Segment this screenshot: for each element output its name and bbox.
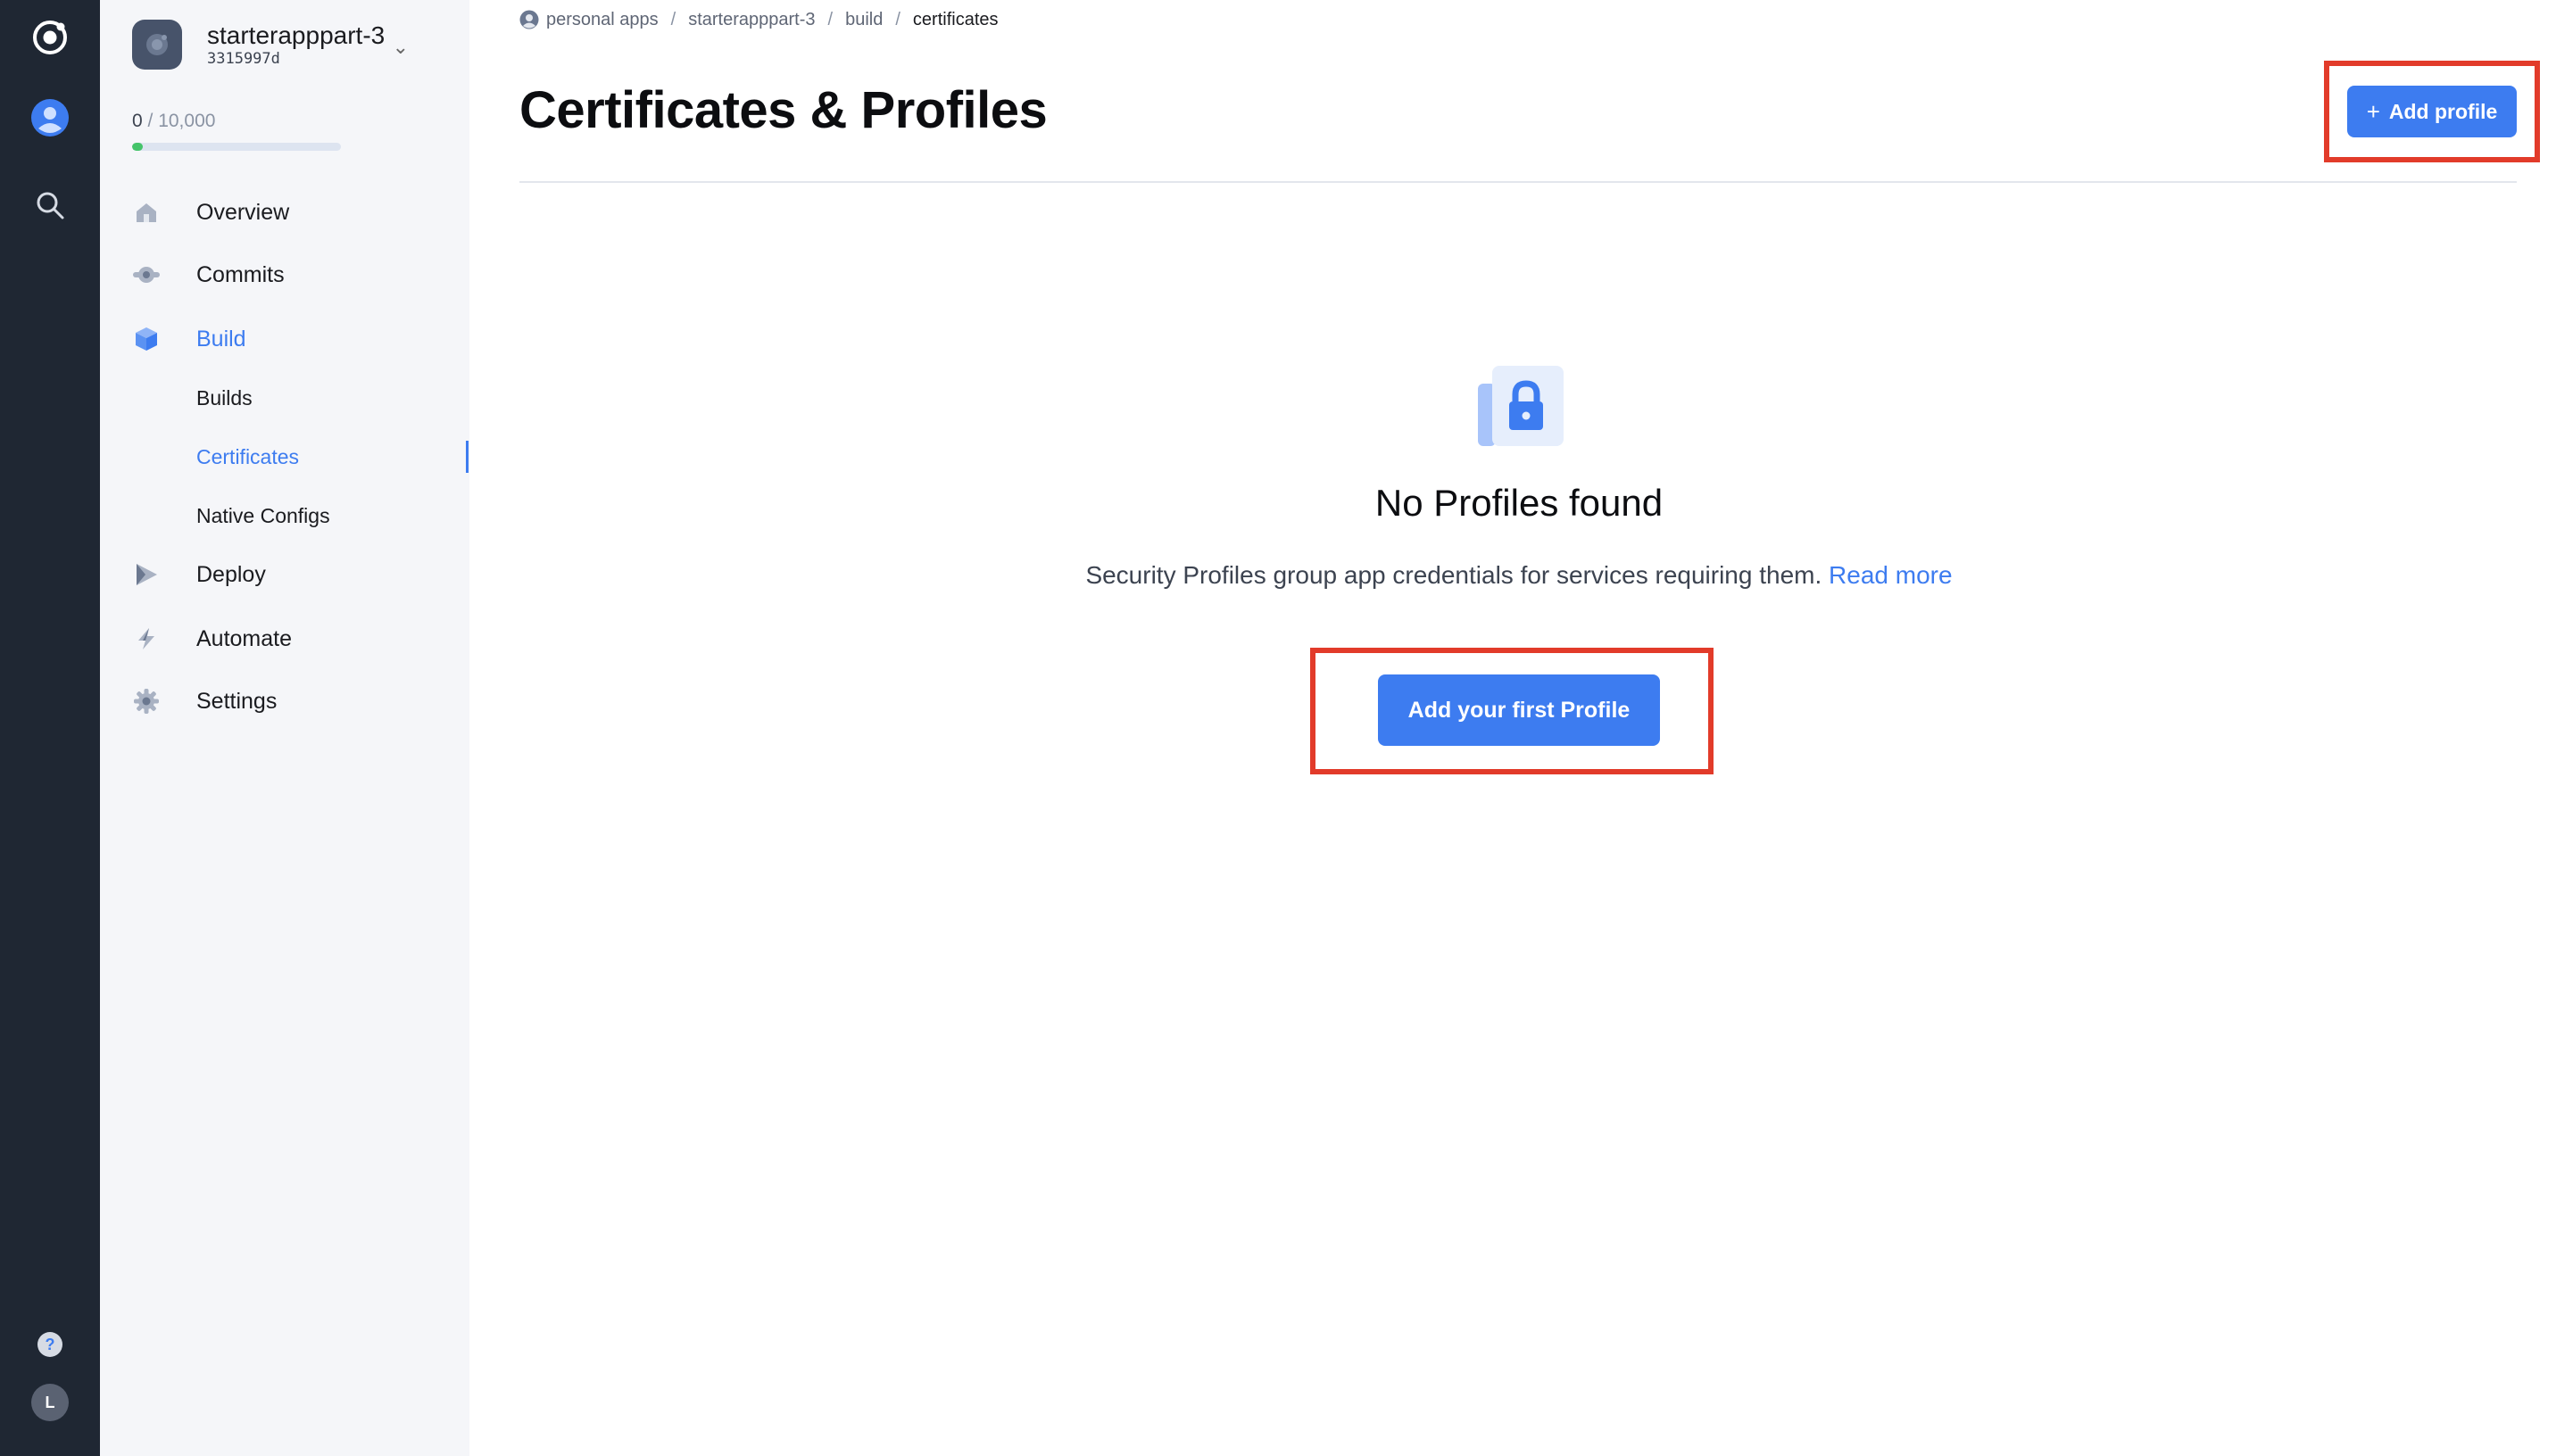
nav-automate-label: Automate — [196, 625, 293, 651]
app-avatar — [132, 20, 182, 70]
breadcrumb-app[interactable]: starterapppart-3 — [688, 10, 815, 30]
user-avatar[interactable]: L — [0, 1383, 100, 1422]
usage-limit: / 10,000 — [147, 111, 216, 131]
nav-builds[interactable]: Builds — [196, 378, 253, 418]
nav-commits-label: Commits — [196, 261, 285, 287]
ionic-logo-icon[interactable] — [0, 16, 100, 59]
page-title: Certificates & Profiles — [519, 81, 1048, 139]
help-glyph: ? — [37, 1332, 62, 1357]
app-id: 3315997d — [207, 50, 280, 68]
usage-progress-bar — [132, 143, 341, 151]
help-icon[interactable]: ? — [0, 1329, 100, 1360]
nav-settings[interactable]: Settings — [132, 678, 277, 724]
breadcrumb-build[interactable]: build — [845, 10, 883, 30]
app-switcher[interactable]: starterapppart-3 3315997d ⌄ — [132, 16, 436, 73]
breadcrumb: personal apps / starterapppart-3 / build… — [519, 7, 999, 32]
empty-state-text: Security Profiles group app credentials … — [1085, 561, 1822, 589]
highlight-box — [2324, 61, 2540, 162]
app-icon — [146, 34, 168, 55]
global-rail: ? L — [0, 0, 100, 1456]
nav-overview[interactable]: Overview — [132, 189, 289, 236]
org-avatar-icon — [519, 10, 539, 29]
search-icon[interactable] — [0, 184, 100, 227]
nav-build-label: Build — [196, 326, 246, 352]
commit-icon — [132, 261, 161, 289]
cube-icon — [132, 325, 161, 353]
personal-account-icon[interactable] — [0, 96, 100, 139]
empty-state-description: Security Profiles group app credentials … — [1062, 555, 1976, 596]
deploy-icon — [132, 560, 161, 589]
header-divider — [519, 181, 2517, 183]
chevron-down-icon: ⌄ — [392, 36, 409, 58]
lock-document-icon — [1473, 364, 1565, 448]
nav-deploy[interactable]: Deploy — [132, 551, 266, 598]
gear-icon — [132, 687, 161, 716]
build-usage: 0 / 10,000 — [132, 111, 215, 132]
breadcrumb-certificates: certificates — [912, 9, 999, 29]
user-initial: L — [31, 1384, 69, 1421]
home-icon — [132, 198, 161, 227]
nav-overview-label: Overview — [196, 199, 290, 225]
breadcrumb-separator: / — [827, 9, 834, 29]
breadcrumb-separator: / — [670, 9, 676, 29]
nav-commits[interactable]: Commits — [132, 252, 285, 298]
app-sidebar: starterapppart-3 3315997d ⌄ 0 / 10,000 O… — [100, 0, 469, 1456]
active-nav-indicator — [466, 441, 469, 473]
bolt-icon — [132, 625, 161, 653]
breadcrumb-separator: / — [895, 9, 900, 29]
nav-certificates[interactable]: Certificates — [196, 437, 299, 476]
nav-settings-label: Settings — [196, 688, 278, 714]
highlight-box — [1310, 648, 1714, 774]
breadcrumb-personal-apps[interactable]: personal apps — [546, 10, 659, 30]
nav-native-configs[interactable]: Native Configs — [196, 496, 330, 535]
empty-state-title: No Profiles found — [1374, 482, 1664, 524]
nav-build[interactable]: Build — [132, 316, 246, 362]
usage-used: 0 — [132, 111, 143, 131]
usage-progress-fill — [132, 143, 143, 151]
nav-automate[interactable]: Automate — [132, 616, 292, 662]
read-more-link[interactable]: Read more — [1829, 561, 1953, 589]
nav-deploy-label: Deploy — [196, 561, 266, 587]
app-name: starterapppart-3 — [207, 21, 386, 49]
